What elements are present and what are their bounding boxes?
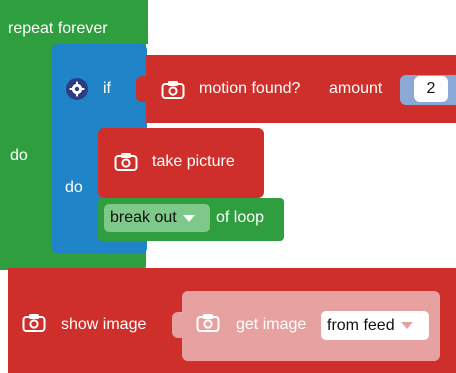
repeat-forever-label: repeat forever — [8, 20, 108, 37]
if-label: if — [103, 80, 111, 97]
motion-connector — [136, 76, 146, 102]
feed-dropdown-value: from feed — [327, 316, 395, 334]
amount-label: amount — [329, 80, 383, 97]
take-picture-label: take picture — [152, 153, 235, 170]
blocks-workspace: repeat forever do if do motion found? am… — [0, 0, 456, 373]
if-do-label: do — [65, 179, 83, 196]
break-loop-dropdown[interactable]: break out — [104, 204, 210, 232]
break-loop-dropdown-value: break out — [110, 209, 177, 226]
camera-icon — [114, 153, 138, 171]
motion-found-label: motion found? — [199, 80, 301, 97]
feed-dropdown[interactable]: from feed — [321, 311, 429, 340]
camera-icon — [196, 314, 220, 332]
camera-icon — [161, 81, 185, 99]
repeat-do-label: do — [10, 147, 28, 164]
show-image-label: show image — [61, 316, 147, 333]
amount-input[interactable]: 2 — [414, 76, 448, 102]
gear-icon-svg — [69, 81, 85, 97]
get-image-label: get image — [236, 316, 307, 333]
chevron-down-icon — [182, 214, 195, 222]
get-image-connector — [172, 312, 182, 338]
camera-icon — [22, 314, 46, 332]
gear-icon[interactable] — [66, 78, 88, 100]
break-loop-suffix: of loop — [216, 209, 265, 226]
chevron-down-icon — [400, 322, 413, 329]
